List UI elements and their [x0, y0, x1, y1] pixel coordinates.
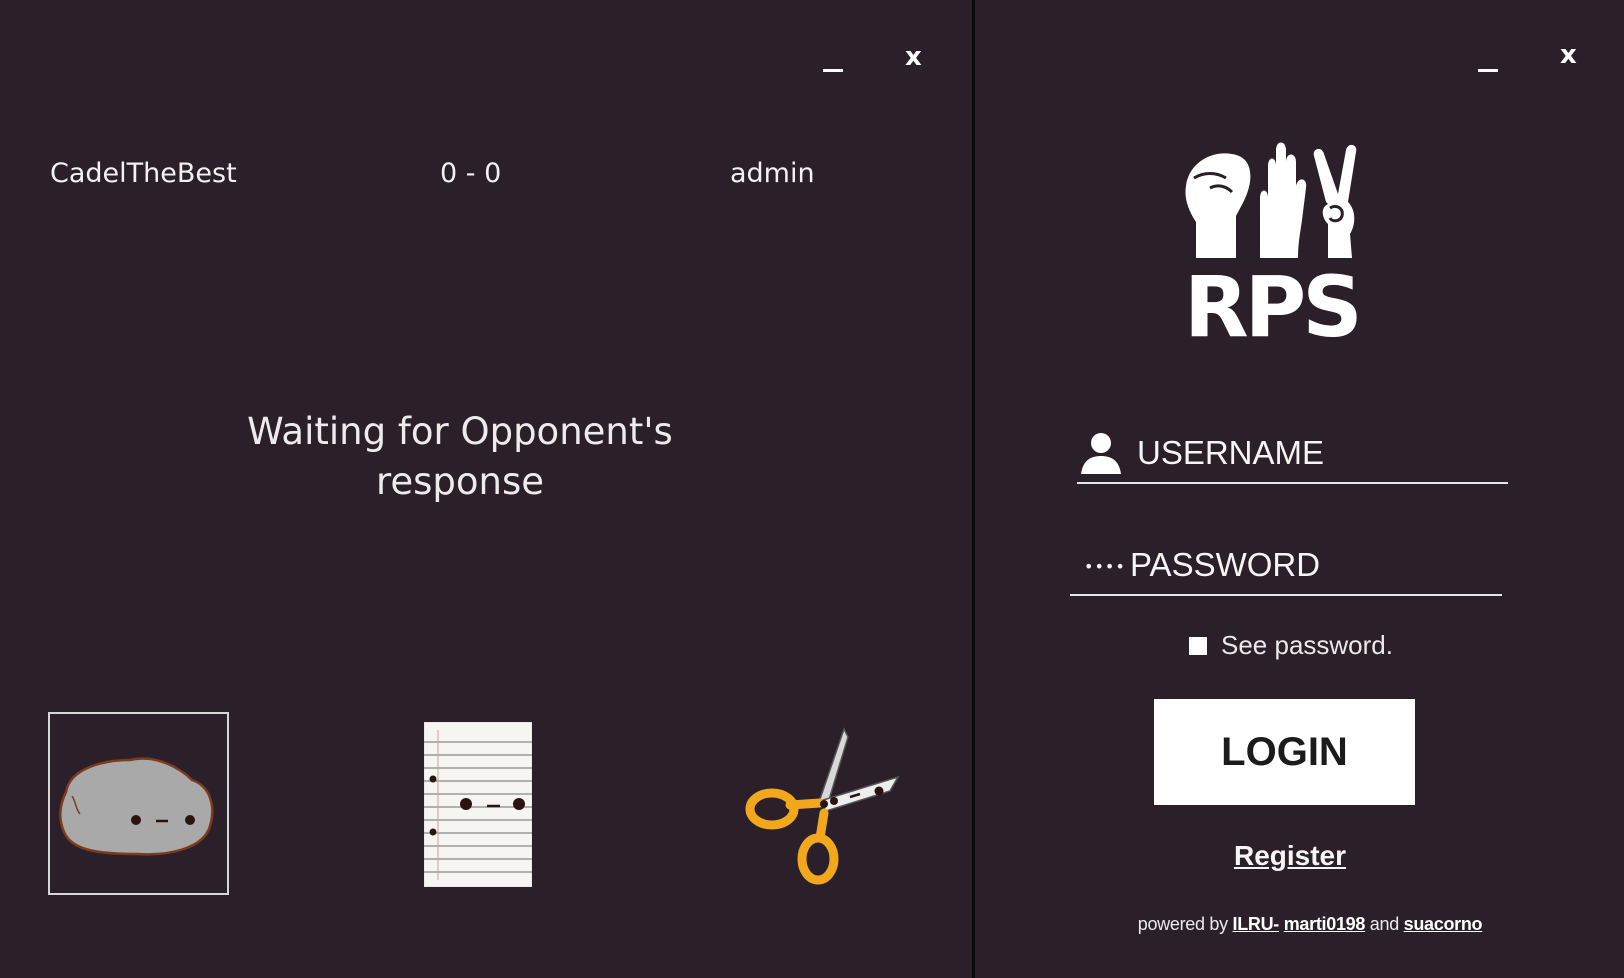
see-password-label: See password.: [1221, 630, 1393, 660]
scissors-icon: [745, 727, 900, 885]
game-close-button[interactable]: x: [905, 44, 922, 70]
logo-text: RPS: [1184, 258, 1359, 338]
game-minimize-button[interactable]: [823, 50, 843, 72]
see-password-checkbox[interactable]: [1189, 636, 1207, 655]
footer-credits: powered by ILRU- marti0198 and suacorno: [1060, 914, 1560, 935]
footer-conjunction: and: [1369, 914, 1399, 934]
password-field[interactable]: •••• PASSWORD: [1070, 536, 1502, 596]
status-line-2: response: [375, 460, 545, 503]
username-underline: [1077, 482, 1508, 484]
paper-choice-button[interactable]: [423, 721, 533, 888]
scissors-choice-button[interactable]: [744, 725, 904, 885]
rps-logo: RPS: [1184, 142, 1363, 338]
register-link[interactable]: Register: [1200, 840, 1380, 872]
login-close-button[interactable]: x: [1560, 42, 1577, 68]
login-minimize-button[interactable]: [1478, 50, 1498, 72]
username-label: USERNAME: [1137, 434, 1325, 471]
rock-icon: [59, 757, 214, 856]
username-field[interactable]: USERNAME: [1077, 424, 1508, 484]
see-password-option[interactable]: See password.: [1189, 630, 1393, 661]
footer-author-link-2[interactable]: marti0198: [1284, 914, 1366, 934]
player-left-name: CadelTheBest: [50, 158, 237, 189]
user-icon: [1081, 433, 1121, 474]
footer-prefix: powered by: [1137, 914, 1228, 934]
footer-author-link-3[interactable]: suacorno: [1404, 914, 1483, 934]
password-dots-icon: ••••: [1084, 557, 1126, 576]
paper-icon: [423, 721, 533, 888]
login-button[interactable]: LOGIN: [1154, 699, 1415, 805]
footer-author-link-1[interactable]: ILRU-: [1233, 914, 1280, 934]
status-message: Waiting for Opponent's response: [160, 407, 760, 507]
password-label: PASSWORD: [1130, 546, 1321, 583]
rock-choice-button[interactable]: [48, 712, 229, 895]
password-underline: [1070, 594, 1502, 596]
status-line-1: Waiting for Opponent's: [247, 410, 673, 453]
score: 0 - 0: [440, 158, 502, 189]
player-right-name: admin: [730, 158, 815, 189]
game-window: x CadelTheBest 0 - 0 admin Waiting for O…: [0, 0, 972, 978]
